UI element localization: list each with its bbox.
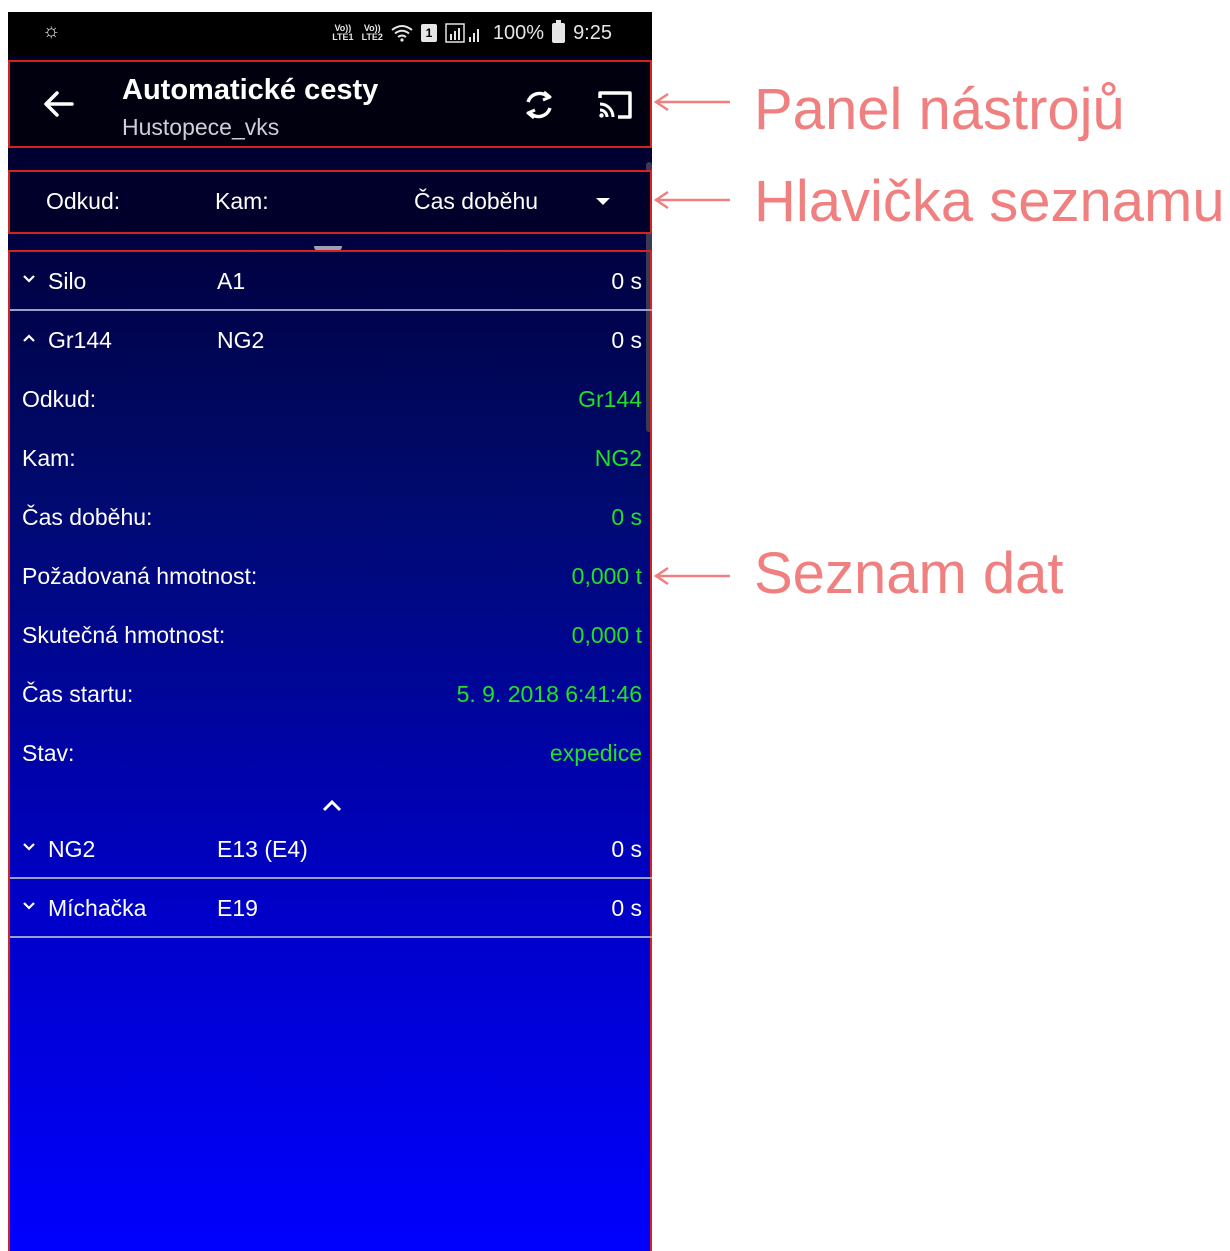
signal-icon bbox=[445, 23, 479, 43]
detail-row-required-weight: Požadovaná hmotnost: 0,000 t bbox=[10, 547, 652, 606]
battery-icon bbox=[552, 20, 566, 43]
detail-label: Stav: bbox=[22, 740, 75, 766]
annotation-arrow-toolbar bbox=[653, 92, 730, 112]
row-to: E19 bbox=[217, 895, 258, 921]
wifi-icon bbox=[391, 25, 413, 42]
row-time: 0 s bbox=[611, 895, 642, 921]
list-item[interactable]: NG2 E13 (E4) 0 s bbox=[10, 820, 652, 879]
status-icons: Vo)) LTE1 Vo)) LTE2 1 100% 9:25 bbox=[332, 20, 612, 46]
row-from: Gr144 bbox=[48, 327, 112, 353]
annotation-toolbar: Panel nástrojů bbox=[754, 77, 1125, 142]
detail-value: expedice bbox=[549, 740, 642, 766]
row-to: E13 (E4) bbox=[217, 836, 308, 862]
row-from: Míchačka bbox=[48, 895, 147, 921]
list-header: Odkud: Kam: Čas doběhu bbox=[8, 170, 652, 234]
annotation-list: Seznam dat bbox=[754, 541, 1064, 606]
brightness-icon: ☼ bbox=[42, 20, 61, 42]
header-from-label: Odkud: bbox=[46, 188, 121, 214]
header-to-label: Kam: bbox=[215, 188, 269, 214]
cast-icon[interactable] bbox=[594, 84, 636, 126]
phone-screen: ☼ Vo)) LTE1 Vo)) LTE2 1 100% 9:25 Automa… bbox=[8, 12, 652, 1251]
row-to: NG2 bbox=[217, 327, 265, 353]
detail-label: Požadovaná hmotnost: bbox=[22, 563, 258, 589]
page-title: Automatické cesty bbox=[122, 74, 379, 106]
dropdown-arrow-icon[interactable] bbox=[596, 198, 610, 205]
row-from: Silo bbox=[48, 268, 87, 294]
detail-value: 5. 9. 2018 6:41:46 bbox=[456, 681, 642, 707]
back-arrow-icon[interactable] bbox=[38, 84, 78, 124]
detail-row-from: Odkud: Gr144 bbox=[10, 370, 652, 429]
row-time: 0 s bbox=[611, 268, 642, 294]
detail-row-to: Kam: NG2 bbox=[10, 429, 652, 488]
detail-value: 0,000 t bbox=[571, 563, 642, 589]
annotation-arrow-header bbox=[653, 190, 730, 210]
row-time: 0 s bbox=[611, 327, 642, 353]
collapse-chevron-icon[interactable] bbox=[316, 794, 348, 818]
sim-icon: 1 bbox=[420, 24, 437, 42]
divider bbox=[10, 936, 652, 938]
row-to: A1 bbox=[217, 268, 246, 294]
detail-value: NG2 bbox=[594, 445, 642, 471]
detail-value: 0,000 t bbox=[571, 622, 642, 648]
annotation-header: Hlavička seznamu bbox=[754, 169, 1225, 234]
refresh-icon[interactable] bbox=[518, 84, 560, 126]
detail-row-actual-weight: Skutečná hmotnost: 0,000 t bbox=[10, 606, 652, 665]
volte1-indicator: Vo)) LTE1 bbox=[332, 23, 354, 42]
detail-row-start-time: Čas startu: 5. 9. 2018 6:41:46 bbox=[10, 665, 652, 724]
status-bar: ☼ Vo)) LTE1 Vo)) LTE2 1 100% 9:25 bbox=[8, 12, 652, 56]
detail-row-state: Stav: expedice bbox=[10, 724, 652, 783]
battery-text: 100% bbox=[492, 21, 545, 44]
list-item[interactable]: Silo A1 0 s bbox=[10, 252, 652, 311]
chevron-down-icon[interactable] bbox=[22, 840, 36, 854]
detail-label: Odkud: bbox=[22, 386, 97, 412]
detail-value: 0 s bbox=[611, 504, 642, 530]
page-subtitle: Hustopece_vks bbox=[122, 114, 280, 140]
chevron-down-icon[interactable] bbox=[22, 272, 36, 286]
sort-dropdown[interactable]: Čas doběhu bbox=[414, 188, 538, 215]
detail-label: Kam: bbox=[22, 445, 76, 471]
detail-label: Čas startu: bbox=[22, 681, 134, 707]
detail-value: Gr144 bbox=[578, 386, 642, 412]
toolbar: Automatické cesty Hustopece_vks bbox=[8, 60, 652, 148]
list-item[interactable]: Míchačka E19 0 s bbox=[10, 879, 652, 938]
detail-label: Skutečná hmotnost: bbox=[22, 622, 226, 648]
chevron-down-icon[interactable] bbox=[22, 899, 36, 913]
volte2-indicator: Vo)) LTE2 bbox=[361, 23, 383, 42]
detail-row-runtime: Čas doběhu: 0 s bbox=[10, 488, 652, 547]
data-list: Silo A1 0 s Gr144 NG2 0 s Odkud: Gr144 K… bbox=[8, 250, 652, 1251]
chevron-up-icon[interactable] bbox=[22, 331, 36, 345]
clock: 9:25 bbox=[573, 21, 612, 44]
detail-label: Čas doběhu: bbox=[22, 504, 153, 530]
annotation-arrow-list bbox=[653, 566, 730, 586]
row-from: NG2 bbox=[48, 836, 96, 862]
list-item-expanded[interactable]: Gr144 NG2 0 s bbox=[10, 311, 652, 370]
row-time: 0 s bbox=[611, 836, 642, 862]
